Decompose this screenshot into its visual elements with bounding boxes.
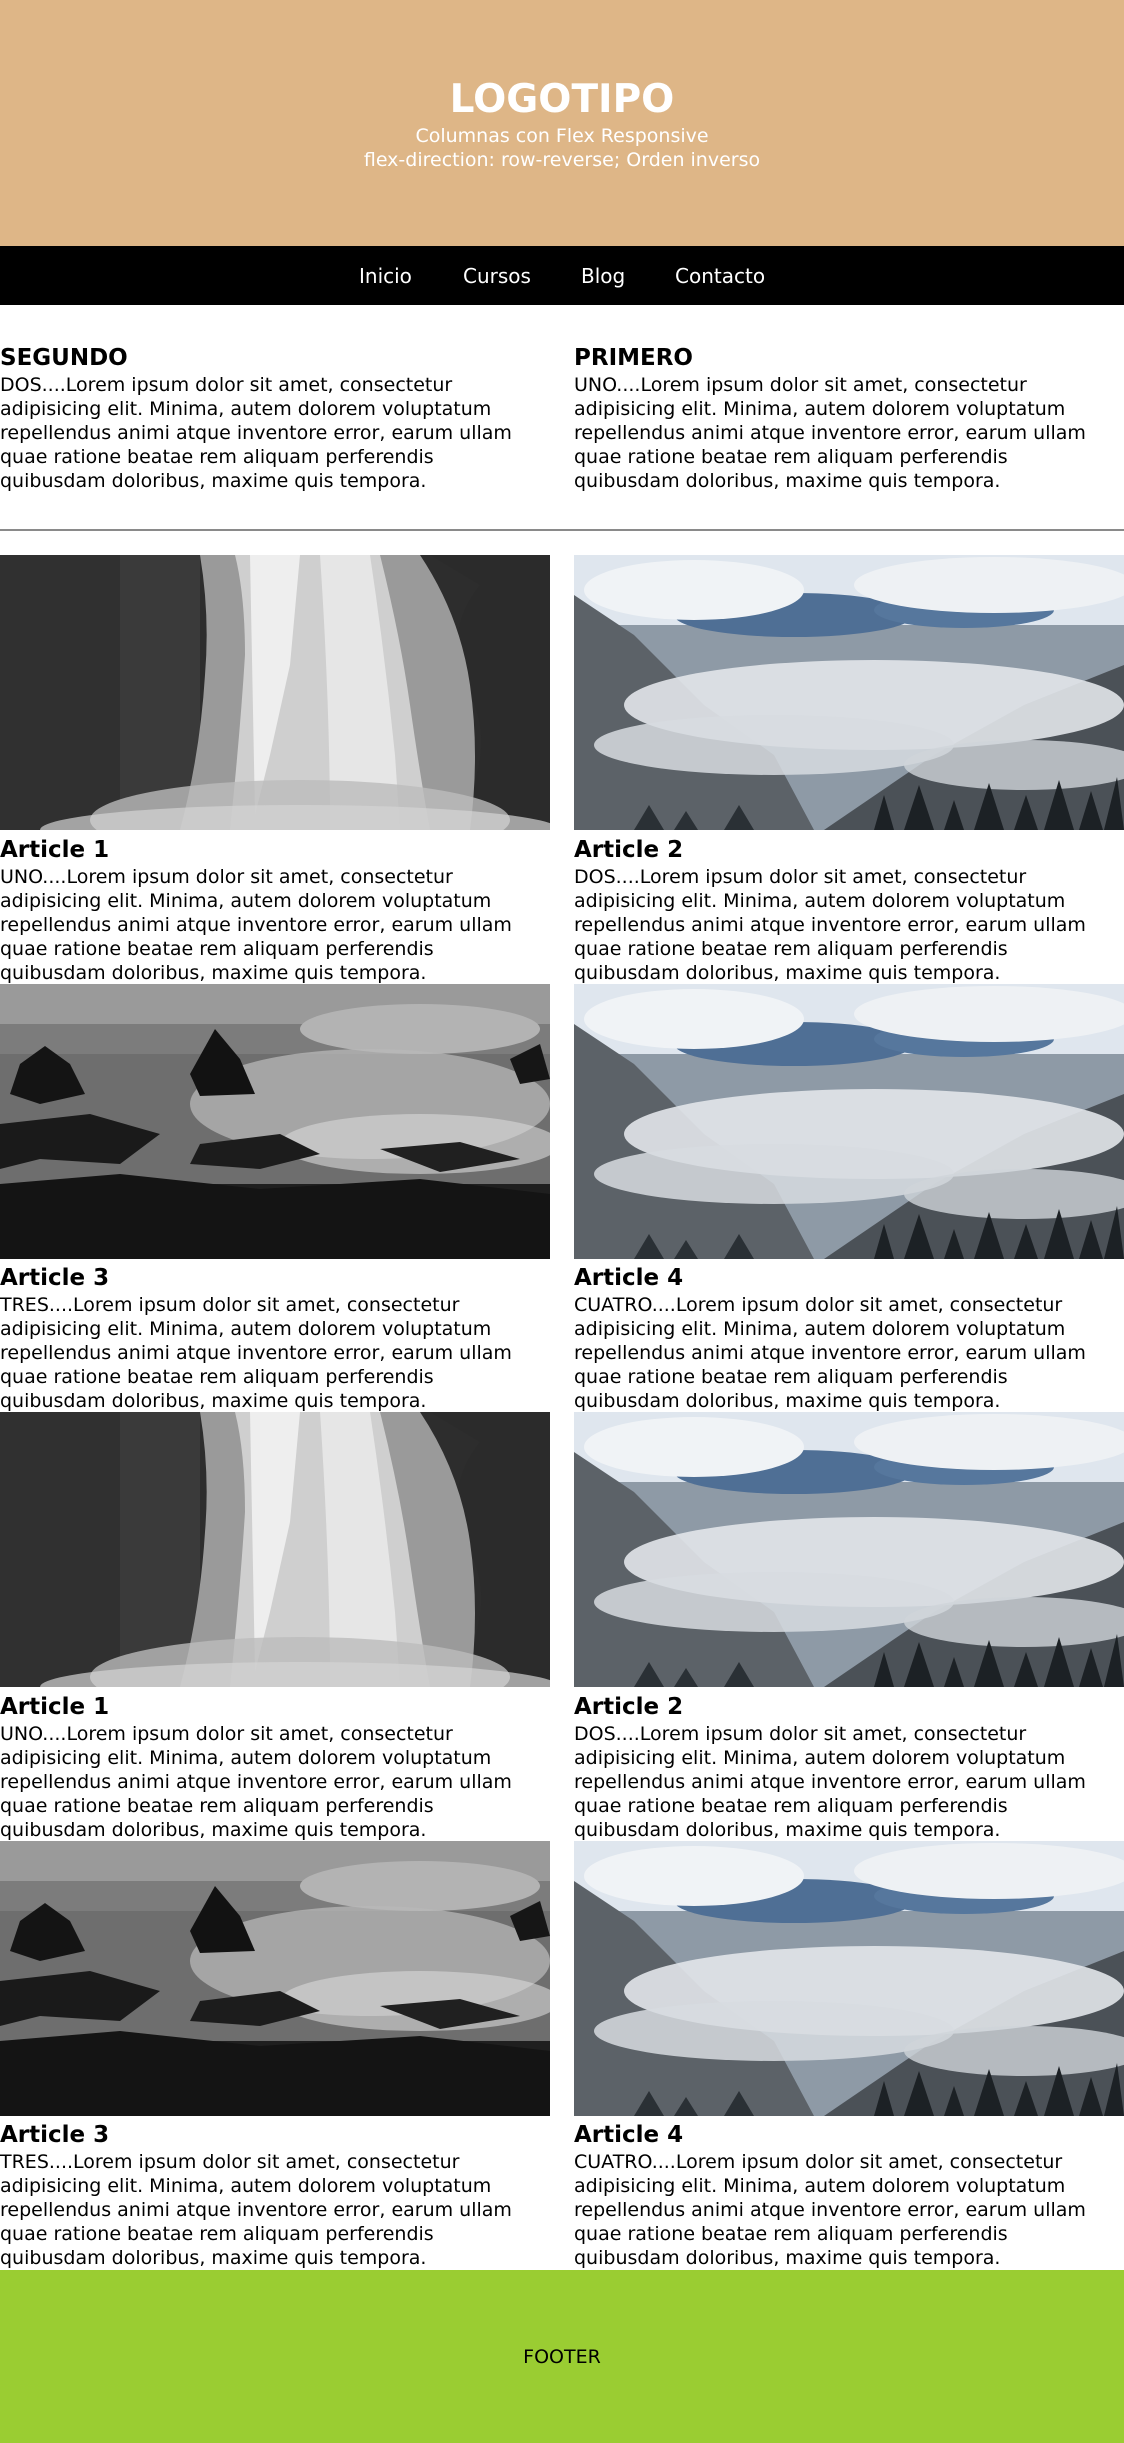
header-subtitle-detail: flex-direction: row-reverse; Orden inver… [363,149,761,171]
article-title: Article 3 [0,2122,110,2148]
article-image-misty-mountains [574,984,1124,1259]
article-text: DOS....Lorem ipsum dolor sit amet, conse… [574,1723,1086,1841]
article-image-misty-mountains [574,1412,1124,1687]
article-image-rocky-coast [0,984,550,1259]
main-nav: Inicio Cursos Blog Contacto [0,246,1124,305]
article-text: UNO....Lorem ipsum dolor sit amet, conse… [0,1723,512,1841]
divider [0,529,1124,531]
nav-link-inicio[interactable]: Inicio [359,264,412,288]
article-text: TRES....Lorem ipsum dolor sit amet, cons… [0,1294,512,1412]
article-title: Article 2 [574,837,684,863]
section-title-segundo: SEGUNDO [0,345,128,371]
header-subtitle: Columnas con Flex Responsive [415,125,709,147]
article-title: Article 4 [574,1265,684,1291]
nav-link-blog[interactable]: Blog [581,264,625,288]
article-title: Article 2 [574,1694,684,1720]
article-title: Article 1 [0,1694,110,1720]
article-text: TRES....Lorem ipsum dolor sit amet, cons… [0,2151,512,2269]
section-text-segundo: DOS....Lorem ipsum dolor sit amet, conse… [0,374,512,492]
article-text: UNO....Lorem ipsum dolor sit amet, conse… [0,866,512,984]
article-text: DOS....Lorem ipsum dolor sit amet, conse… [574,866,1086,984]
article-image-waterfall [0,555,550,830]
article-image-waterfall [0,1412,550,1687]
article-title: Article 4 [574,2122,684,2148]
site-header: LOGOTIPO Columnas con Flex Responsive fl… [0,0,1124,246]
article-title: Article 3 [0,1265,110,1291]
nav-link-cursos[interactable]: Cursos [463,264,531,288]
nav-link-contacto[interactable]: Contacto [675,264,765,288]
section-title-primero: PRIMERO [574,345,693,371]
article-text: CUATRO....Lorem ipsum dolor sit amet, co… [574,1294,1086,1412]
section-text-primero: UNO....Lorem ipsum dolor sit amet, conse… [574,374,1086,492]
article-image-misty-mountains [574,1841,1124,2116]
article-image-rocky-coast [0,1841,550,2116]
article-title: Article 1 [0,837,110,863]
article-image-misty-mountains [574,555,1124,830]
footer-text: FOOTER [523,2346,601,2368]
article-text: CUATRO....Lorem ipsum dolor sit amet, co… [574,2151,1086,2269]
logo: LOGOTIPO [449,77,675,122]
